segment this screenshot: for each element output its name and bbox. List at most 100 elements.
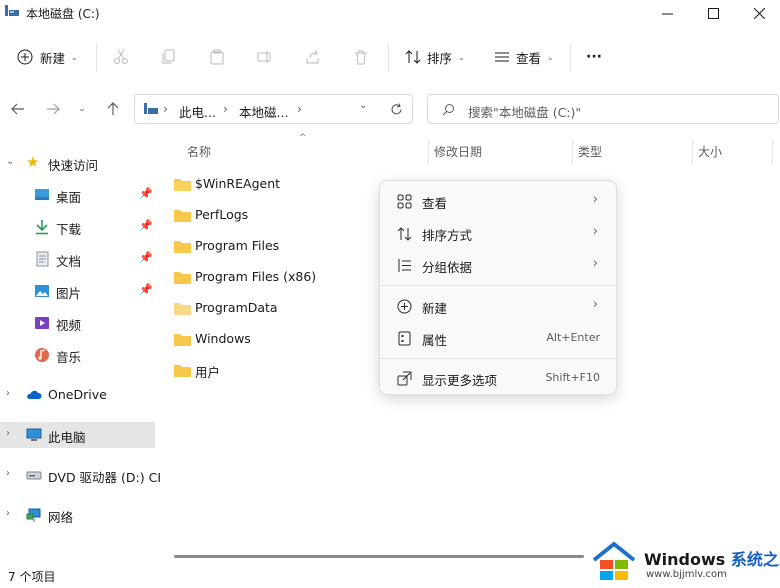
menu-item-sort-by[interactable]: 排序方式 › (384, 218, 612, 248)
sidebar-item-network[interactable]: › 网络 (0, 502, 155, 528)
sidebar-item-pictures[interactable]: 图片 📌 (0, 278, 155, 304)
sidebar-item-this-pc[interactable]: › 此电脑 (0, 422, 155, 448)
pin-icon[interactable]: 📌 (139, 251, 153, 264)
menu-item-properties[interactable]: 属性 Alt+Enter (384, 323, 612, 353)
clipboard-icon (210, 49, 224, 65)
sidebar-item-dvd-drive[interactable]: › DVD 驱动器 (D:) CI (0, 462, 161, 488)
folder-icon (174, 303, 191, 315)
plus-circle-icon (16, 48, 34, 66)
chevron-right-icon[interactable]: › (6, 388, 10, 399)
horizontal-scrollbar[interactable] (174, 555, 584, 558)
chevron-right-icon[interactable]: › (6, 428, 10, 439)
folder-icon (174, 272, 191, 284)
rename-button[interactable] (257, 44, 273, 70)
chevron-right-icon[interactable]: › (6, 508, 10, 519)
watermark-title: Windows 系统之家 (644, 546, 780, 570)
new-button[interactable]: 新建 ⌄ (16, 44, 78, 70)
column-header-type[interactable]: 类型 (578, 143, 602, 160)
pin-icon[interactable]: 📌 (139, 283, 153, 296)
watermark-logo-icon (592, 541, 636, 580)
sidebar-item-music[interactable]: 音乐 (0, 342, 155, 368)
file-name: Program Files (x86) (195, 269, 317, 284)
pin-icon[interactable]: 📌 (139, 219, 153, 232)
view-icon (495, 52, 509, 62)
chevron-down-icon[interactable]: ⌄ (6, 156, 14, 167)
sort-button[interactable]: 排序 ⌄ (405, 44, 465, 70)
network-icon (26, 508, 41, 522)
music-icon (35, 348, 49, 362)
column-header-name[interactable]: 名称 (187, 143, 211, 160)
close-icon (753, 7, 765, 19)
picture-icon (35, 285, 49, 297)
column-divider[interactable] (772, 138, 773, 164)
menu-item-view[interactable]: 查看 › (384, 186, 612, 216)
recent-locations-button[interactable]: ⌄ (72, 98, 92, 120)
drive-icon (144, 103, 158, 114)
menu-item-show-more-options[interactable]: 显示更多选项 Shift+F10 (384, 363, 612, 393)
menu-item-new[interactable]: 新建 › (384, 291, 612, 321)
sidebar-item-desktop[interactable]: 桌面 📌 (0, 182, 155, 208)
column-header-size[interactable]: 大小 (698, 143, 722, 160)
command-bar: 新建 ⌄ 排序 ⌄ 查看 ⌄ ··· (0, 36, 780, 76)
search-icon (442, 104, 454, 116)
desktop-icon (35, 189, 49, 200)
breadcrumb-separator: › (163, 101, 168, 116)
up-button[interactable] (102, 98, 124, 120)
column-divider[interactable] (692, 138, 693, 164)
search-box[interactable]: 搜索"本地磁盘 (C:)" (427, 94, 779, 124)
pin-icon[interactable]: 📌 (139, 187, 153, 200)
menu-shortcut: Alt+Enter (546, 331, 600, 344)
menu-shortcut: Shift+F10 (545, 371, 600, 384)
delete-button[interactable] (353, 44, 369, 70)
watermark-url: www.bjjmlv.com (646, 569, 727, 580)
chevron-right-icon[interactable]: › (6, 468, 10, 479)
column-divider[interactable] (428, 138, 429, 164)
sidebar-item-onedrive[interactable]: › OneDrive (0, 382, 155, 408)
sidebar-item-label: DVD 驱动器 (D:) CI (48, 470, 162, 485)
sidebar-item-downloads[interactable]: 下载 📌 (0, 214, 155, 240)
sidebar-item-quick-access[interactable]: ⌄ ★ 快速访问 (0, 150, 155, 176)
close-button[interactable] (736, 0, 780, 26)
scissors-icon (114, 49, 128, 64)
breadcrumb-separator[interactable]: › (297, 101, 302, 116)
maximize-button[interactable] (690, 0, 736, 26)
breadcrumb-local-disk[interactable]: 本地磁... (239, 102, 288, 121)
maximize-icon (707, 7, 719, 19)
folder-icon (174, 179, 191, 191)
cut-button[interactable] (113, 44, 129, 70)
folder-icon (174, 210, 191, 222)
back-button[interactable] (7, 98, 29, 120)
menu-item-label: 查看 (422, 196, 448, 211)
address-bar[interactable]: › 此电... › 本地磁... › ⌄ (134, 94, 413, 124)
copy-icon (162, 49, 175, 64)
menu-item-label: 显示更多选项 (422, 373, 498, 388)
cloud-icon (27, 390, 42, 399)
view-button[interactable]: 查看 ⌄ (494, 44, 554, 70)
column-header-date-modified[interactable]: 修改日期 (434, 143, 482, 160)
breadcrumb-this-pc[interactable]: 此电... (179, 102, 216, 121)
file-name: ProgramData (195, 300, 278, 315)
arrow-right-icon (47, 103, 60, 115)
file-name: $WinREAgent (195, 176, 281, 191)
search-placeholder: 搜索"本地磁盘 (C:)" (468, 105, 582, 120)
menu-item-group-by[interactable]: 分组依据 › (384, 250, 612, 280)
minimize-button[interactable] (644, 0, 690, 26)
forward-button[interactable] (42, 98, 64, 120)
copy-button[interactable] (161, 44, 177, 70)
star-icon: ★ (26, 153, 40, 171)
new-label: 新建 (40, 50, 66, 66)
menu-item-label: 新建 (422, 301, 448, 316)
more-button[interactable]: ··· (586, 44, 602, 70)
chevron-down-icon[interactable]: ⌄ (359, 100, 367, 111)
sidebar-item-label: 文档 (56, 254, 82, 269)
refresh-icon[interactable] (390, 103, 403, 116)
sort-icon (396, 225, 412, 241)
sidebar-item-documents[interactable]: 文档 📌 (0, 246, 155, 272)
share-button[interactable] (305, 44, 321, 70)
sidebar-item-videos[interactable]: 视频 (0, 310, 155, 336)
folder-icon (174, 365, 191, 377)
file-name: Program Files (195, 238, 280, 253)
paste-button[interactable] (209, 44, 225, 70)
column-divider[interactable] (572, 138, 573, 164)
view-label: 查看 (516, 50, 542, 66)
